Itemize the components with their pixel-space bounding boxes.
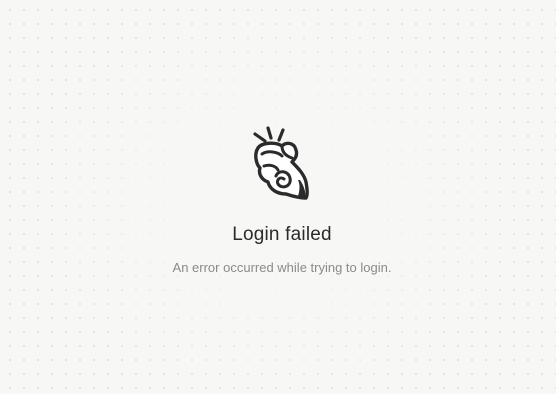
login-error-page: Login failed An error occurred while try… bbox=[0, 0, 556, 394]
error-container: Login failed An error occurred while try… bbox=[0, 0, 556, 394]
error-title: Login failed bbox=[232, 224, 332, 245]
error-message: An error occurred while trying to login. bbox=[172, 260, 392, 275]
snapping-hand-icon bbox=[253, 126, 309, 200]
